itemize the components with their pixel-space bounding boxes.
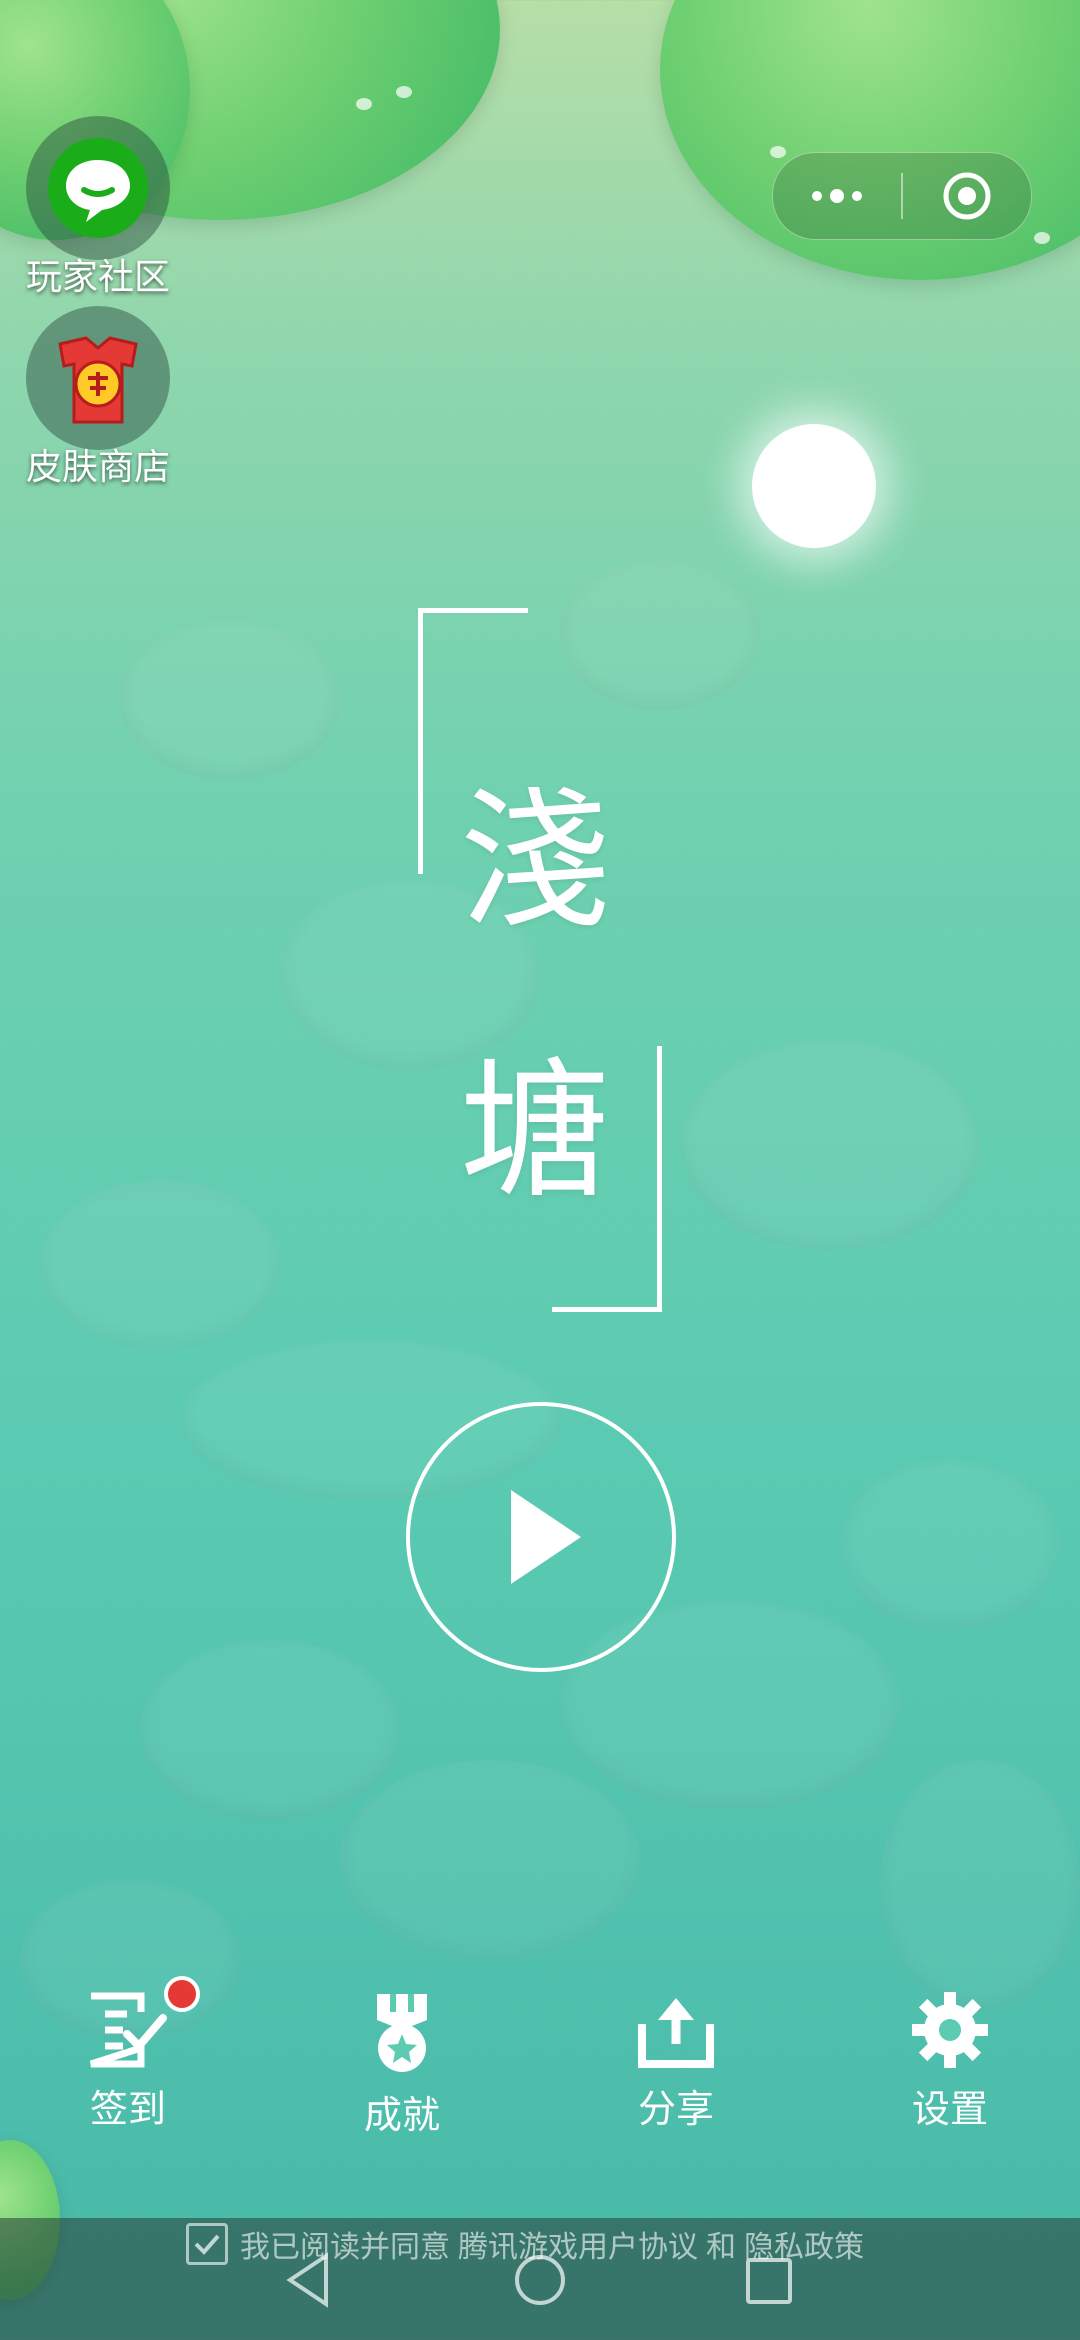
title-char-2: 塘 [460,1045,611,1219]
user-agreement-link[interactable]: 腾讯游戏用户协议 [458,2222,698,2266]
checkmark-icon [194,2234,220,2255]
chat-bubble-icon [48,138,148,238]
title-bracket-bottom-horizontal [552,1307,662,1312]
nav-achievements[interactable]: 成就 [312,1990,492,2139]
agreement-checkbox[interactable] [186,2223,228,2265]
community-icon-circle [26,116,170,260]
nav-checkin[interactable]: 签到 [38,1976,218,2133]
target-circle-icon [943,172,991,220]
skin-shop-icon-circle [26,306,170,450]
agreement-prefix: 我已阅读并同意 [240,2230,450,2265]
title-bracket-bottom-vertical [657,1046,662,1312]
title-bracket-top-vertical [418,608,423,874]
nav-achievements-label: 成就 [363,2093,440,2137]
skin-shop-button[interactable]: 皮肤商店 [8,306,188,490]
recents-icon[interactable] [744,2256,794,2306]
nav-checkin-label: 签到 [89,2087,166,2131]
play-button[interactable] [406,1402,676,1672]
more-button[interactable] [773,153,901,239]
more-dots-icon [812,189,862,203]
gear-icon [912,1992,988,2068]
nav-settings-label: 设置 [911,2087,988,2131]
nav-share[interactable]: 分享 [586,1990,766,2133]
agreement-and: 和 [706,2230,736,2265]
red-robe-icon [58,336,138,424]
community-label: 玩家社区 [25,257,170,298]
close-button[interactable] [903,153,1031,239]
home-icon[interactable] [512,2252,568,2308]
title-char-1: 淺 [460,775,611,949]
medal-icon [377,1994,427,2072]
share-icon [638,1998,714,2068]
back-icon[interactable] [284,2252,334,2308]
skin-shop-label: 皮肤商店 [25,447,170,488]
community-button[interactable]: 玩家社区 [8,116,188,300]
checkin-icon [89,1992,167,2068]
nav-share-label: 分享 [637,2087,714,2131]
nav-settings[interactable]: 设置 [860,1990,1040,2133]
play-triangle-icon [511,1490,581,1584]
checkin-badge [164,1976,200,2012]
moon-decoration [752,424,876,548]
mini-program-capsule [772,152,1032,240]
title-bracket-top-horizontal [418,608,528,613]
